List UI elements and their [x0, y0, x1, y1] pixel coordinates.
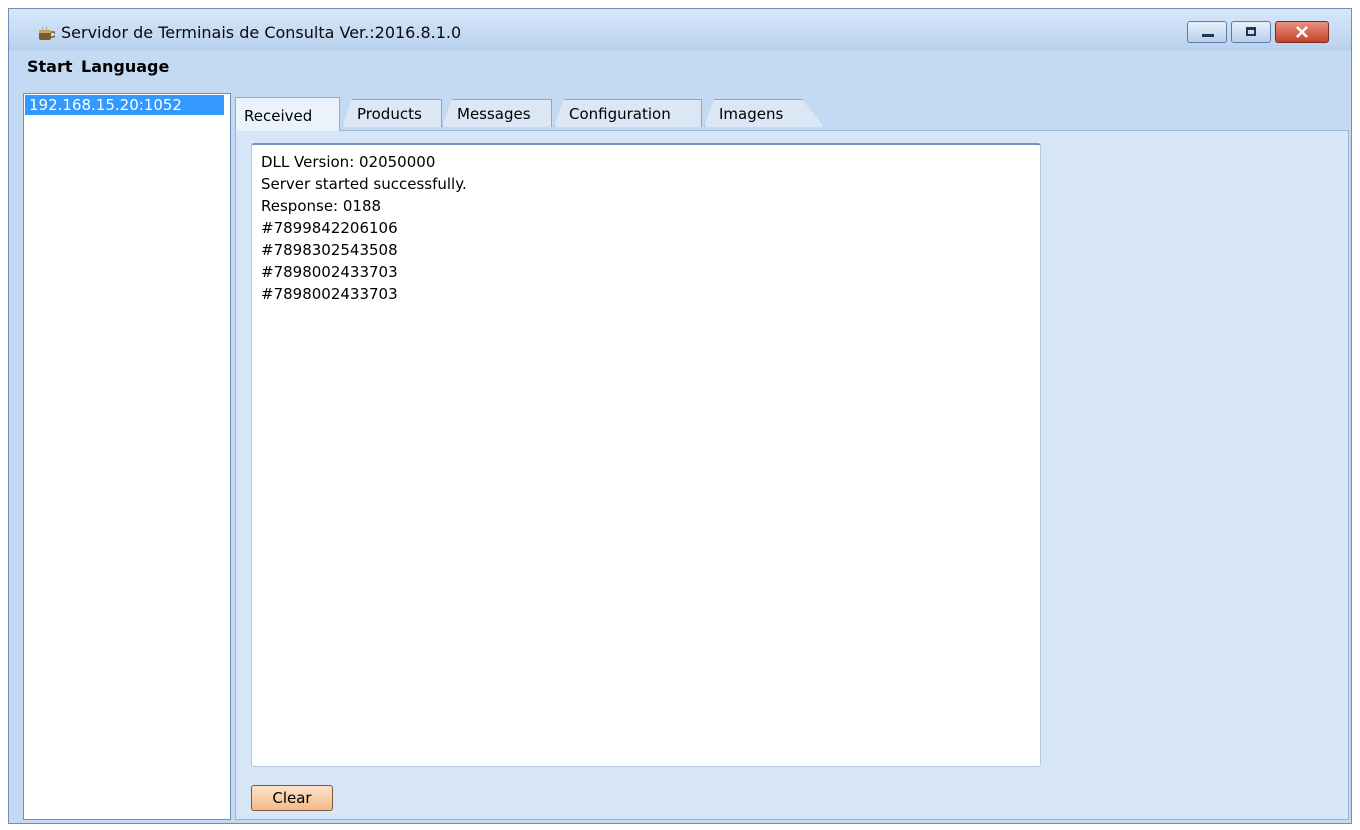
menu-language[interactable]: Language [81, 57, 169, 76]
tab-messages-label: Messages [457, 105, 531, 123]
tab-messages[interactable]: Messages [442, 99, 552, 127]
log-line: Server started successfully. [261, 175, 467, 193]
received-panel: DLL Version: 02050000 Server started suc… [235, 130, 1349, 820]
log-line: #7899842206106 [261, 219, 398, 237]
tab-products-label: Products [357, 105, 422, 123]
clear-button[interactable]: Clear [251, 785, 333, 811]
menu-start[interactable]: Start [27, 57, 73, 76]
connection-list[interactable]: 192.168.15.20:1052 [23, 93, 231, 820]
window-title: Servidor de Terminais de Consulta Ver.:2… [61, 23, 462, 42]
received-log[interactable]: DLL Version: 02050000 Server started suc… [251, 143, 1041, 767]
maximize-button[interactable] [1231, 21, 1271, 43]
app-window: Servidor de Terminais de Consulta Ver.:2… [8, 8, 1352, 824]
minimize-icon [1202, 34, 1214, 37]
log-line: DLL Version: 02050000 [261, 153, 436, 171]
tab-configuration-label: Configuration [569, 105, 671, 123]
connection-item[interactable]: 192.168.15.20:1052 [25, 95, 224, 115]
log-line: #7898002433703 [261, 285, 398, 303]
tab-imagens-label: Imagens [719, 105, 784, 123]
tab-received[interactable]: Received [235, 97, 340, 131]
log-line: #7898002433703 [261, 263, 398, 281]
menu-bar: Start Language [9, 57, 1351, 83]
log-line: Response: 0188 [261, 197, 382, 215]
log-line: #7898302543508 [261, 241, 398, 259]
close-button[interactable] [1275, 21, 1329, 43]
minimize-button[interactable] [1187, 21, 1227, 43]
maximize-icon [1246, 27, 1256, 36]
tab-received-label: Received [244, 107, 313, 125]
tab-imagens[interactable]: Imagens [704, 99, 824, 127]
close-icon [1296, 26, 1308, 38]
tab-products[interactable]: Products [342, 99, 442, 127]
coffee-cup-icon [39, 26, 55, 40]
title-bar[interactable]: Servidor de Terminais de Consulta Ver.:2… [9, 9, 1351, 51]
tab-configuration[interactable]: Configuration [554, 99, 702, 127]
